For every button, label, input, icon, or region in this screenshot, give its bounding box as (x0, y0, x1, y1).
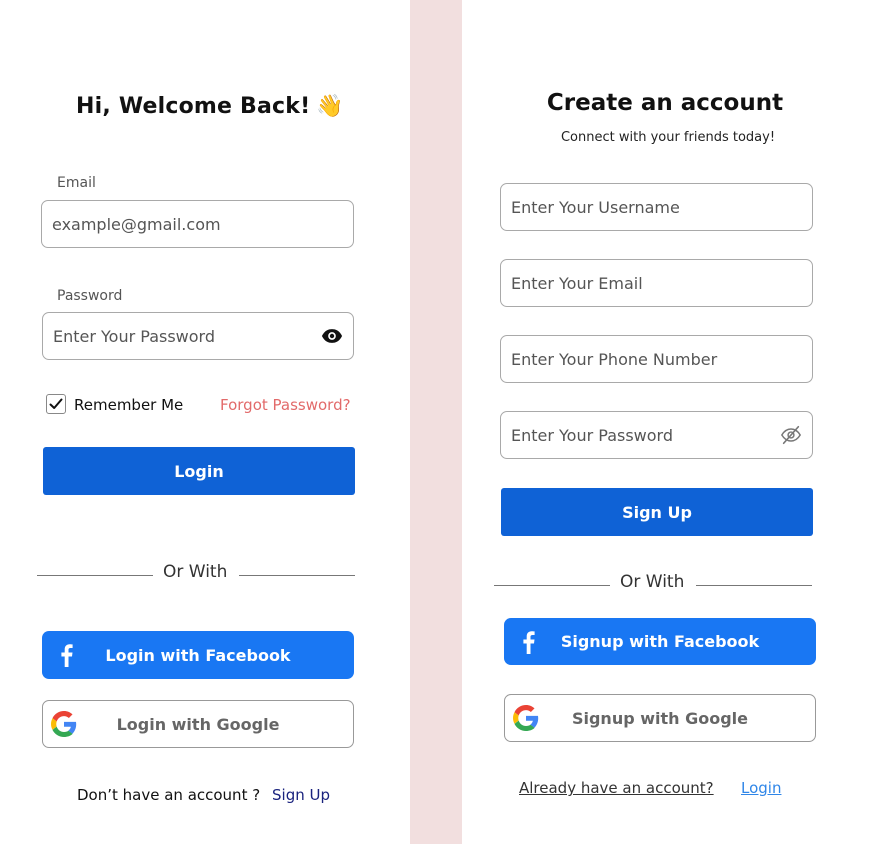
login-title-text: Hi, Welcome Back! (76, 94, 311, 119)
eye-slash-icon[interactable] (780, 424, 802, 446)
login-password-field[interactable] (42, 312, 354, 360)
signup-phone-input[interactable] (511, 349, 802, 369)
login-with-google-button[interactable]: Login with Google (42, 700, 354, 748)
checkmark-icon (49, 398, 63, 409)
google-icon (513, 705, 539, 731)
signup-or-divider-line-right (696, 585, 812, 586)
sign-up-button[interactable]: Sign Up (501, 488, 813, 536)
login-email-input[interactable] (52, 214, 343, 234)
forgot-password-link[interactable]: Forgot Password? (220, 396, 351, 414)
password-label: Password (57, 288, 123, 304)
or-with-text: Or With (163, 562, 228, 582)
signup-google-button-label: Signup with Google (571, 708, 749, 728)
login-title: Hi, Welcome Back! 👋 (40, 94, 380, 119)
panel-divider-strip (410, 0, 462, 844)
signup-with-google-button[interactable]: Signup with Google (504, 694, 816, 742)
signup-username-input[interactable] (511, 197, 802, 217)
login-email-field[interactable] (41, 200, 354, 248)
login-link[interactable]: Login (741, 779, 781, 797)
no-account-text: Don’t have an account ? (77, 786, 261, 804)
signup-subtitle: Connect with your friends today! (560, 130, 776, 145)
login-with-facebook-button[interactable]: Login with Facebook (42, 631, 354, 679)
remember-me-checkbox[interactable] (46, 394, 66, 414)
facebook-icon (523, 630, 535, 654)
or-divider-line-left (37, 575, 153, 576)
already-have-account-text: Already have an account? (519, 779, 714, 797)
signup-email-input[interactable] (511, 273, 802, 293)
facebook-button-label: Login with Facebook (105, 645, 291, 665)
remember-me-label: Remember Me (74, 396, 184, 414)
signup-password-input[interactable] (511, 425, 780, 445)
signup-with-facebook-button[interactable]: Signup with Facebook (504, 618, 816, 665)
eye-icon[interactable] (321, 325, 343, 347)
login-button[interactable]: Login (43, 447, 355, 495)
login-password-input[interactable] (53, 326, 321, 346)
email-label: Email (57, 175, 96, 191)
sign-up-link[interactable]: Sign Up (272, 786, 330, 804)
signup-title: Create an account (546, 90, 784, 116)
or-divider-line-right (239, 575, 355, 576)
wave-emoji-icon: 👋 (316, 94, 344, 119)
facebook-icon (61, 644, 73, 667)
google-icon (51, 711, 77, 737)
signup-or-divider-line-left (494, 585, 610, 586)
signup-phone-field[interactable] (500, 335, 813, 383)
google-button-label: Login with Google (116, 714, 280, 734)
signup-or-with-text: Or With (620, 572, 685, 592)
signup-username-field[interactable] (500, 183, 813, 231)
signup-facebook-button-label: Signup with Facebook (560, 632, 760, 651)
signup-email-field[interactable] (500, 259, 813, 307)
signup-password-field[interactable] (500, 411, 813, 459)
